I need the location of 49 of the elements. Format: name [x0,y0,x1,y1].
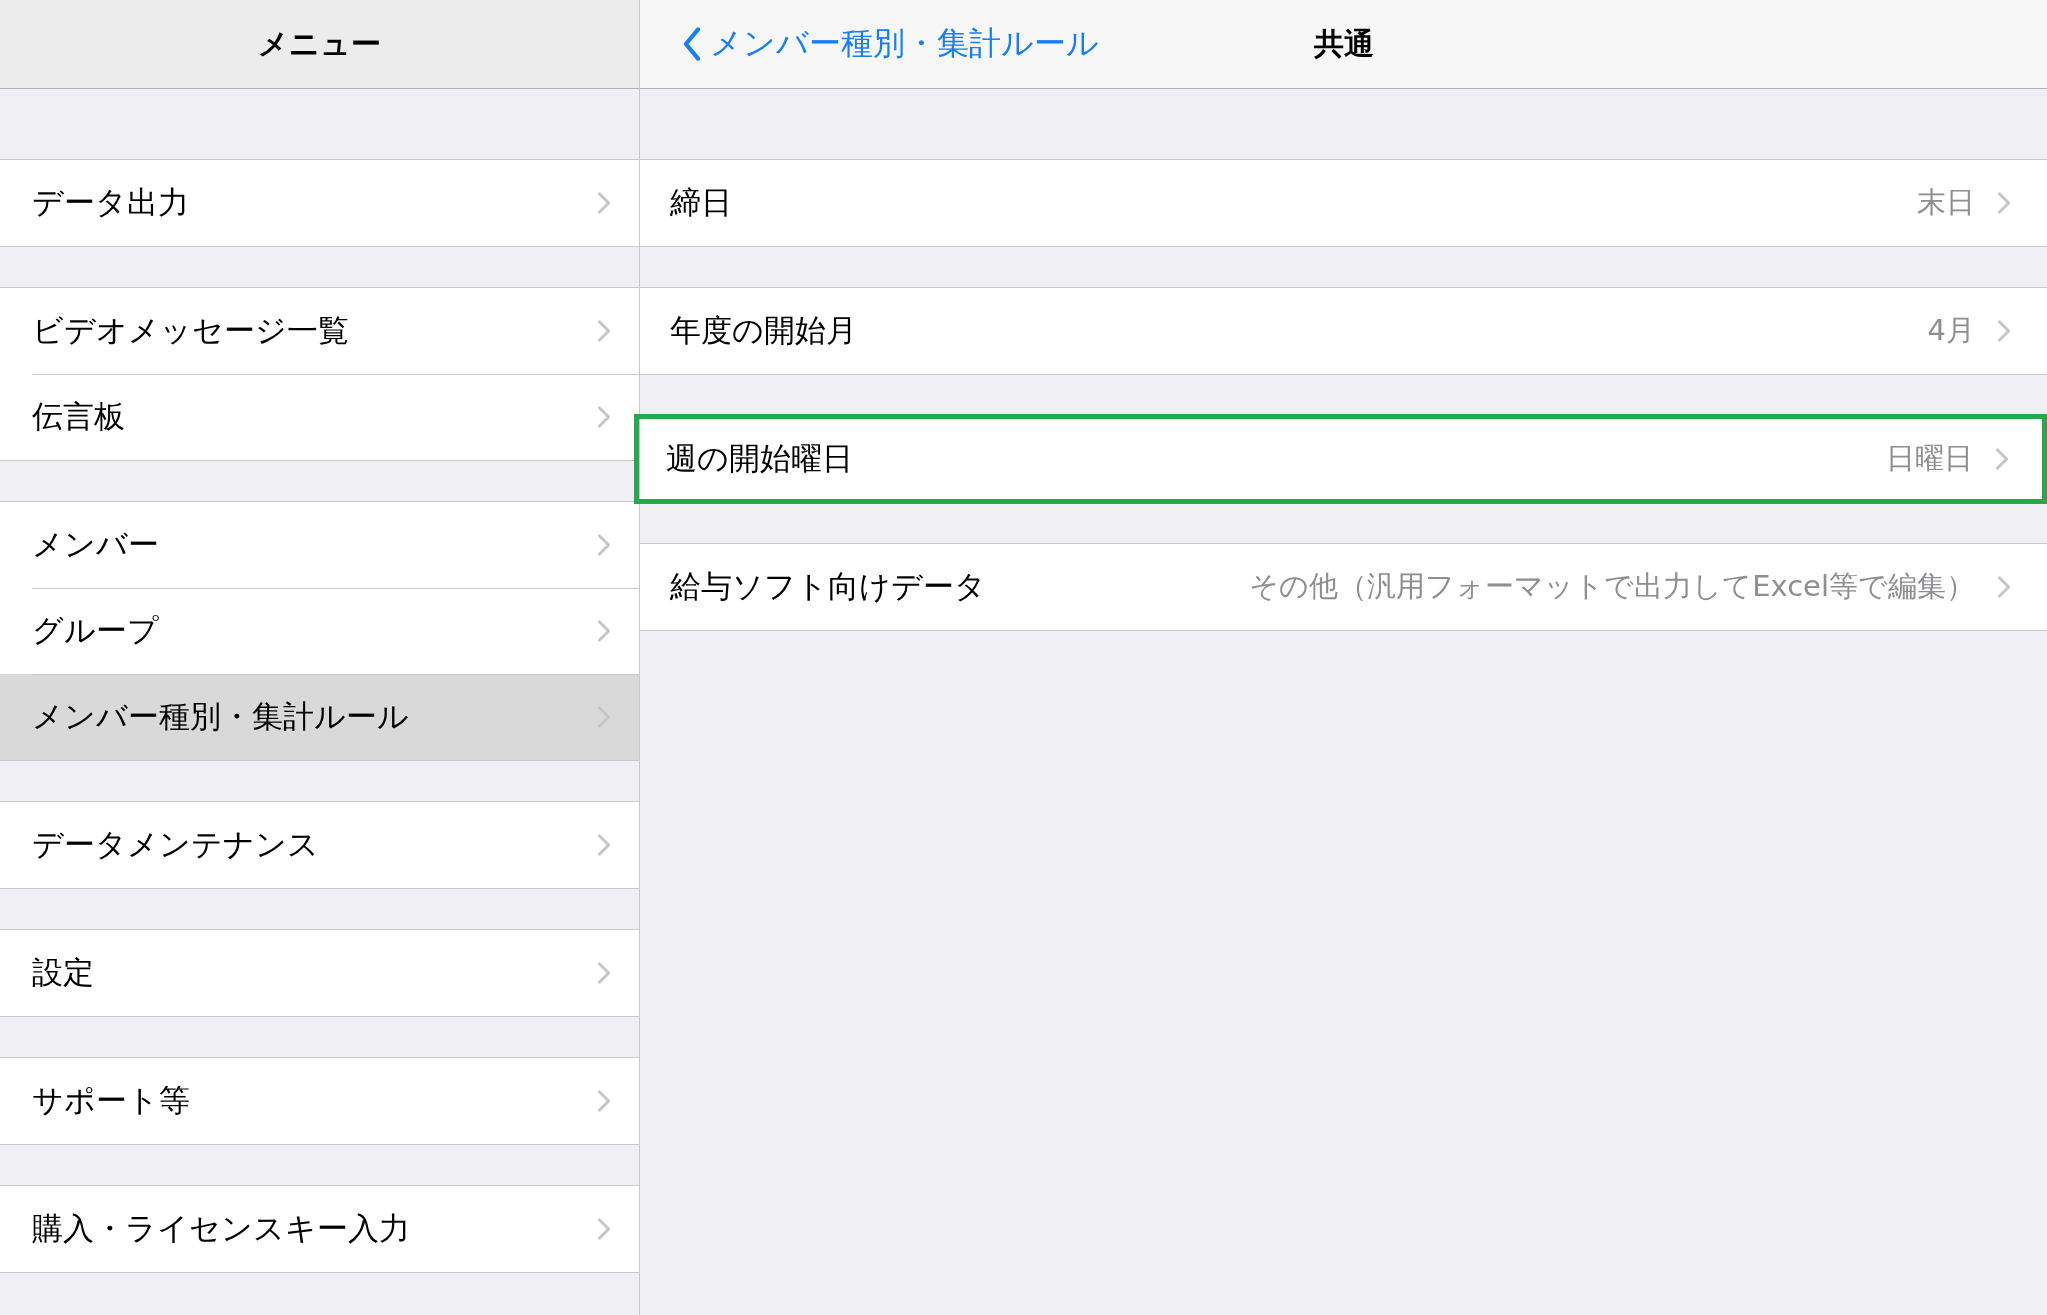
menu-item-label: データメンテナンス [32,825,320,864]
menu-item-label: データ出力 [32,183,190,222]
menu-item-label: サポート等 [32,1081,191,1120]
menu-item[interactable]: 購入・ライセンスキー入力 [0,1186,639,1272]
menu-item-label: メンバー [32,525,160,564]
menu-item[interactable]: 伝言板 [0,374,639,460]
chevron-left-icon [682,27,702,61]
chevron-right-icon [597,1217,611,1241]
setting-row[interactable]: 週の開始曜日 日曜日 [636,416,2045,502]
chevron-right-icon [597,961,611,985]
setting-row[interactable]: 締日 末日 [640,160,2047,246]
menu-item-label: グループ [32,611,160,650]
setting-value: その他（汎用フォーマットで出力してExcel等で編集） [1249,568,1975,605]
chevron-right-icon [597,1089,611,1113]
chevron-right-icon [1997,319,2011,343]
menu-item[interactable]: 設定 [0,930,639,1016]
menu-item[interactable]: メンバー [0,502,639,588]
chevron-right-icon [597,533,611,557]
chevron-right-icon [597,833,611,857]
chevron-right-icon [597,191,611,215]
setting-value: 日曜日 [1886,440,1973,477]
menu-title: メニュー [258,24,381,63]
menu-item[interactable]: サポート等 [0,1058,639,1144]
menu-item-label: ビデオメッセージ一覧 [32,311,350,350]
setting-value: 末日 [1917,184,1975,221]
setting-row[interactable]: 給与ソフト向けデータ その他（汎用フォーマットで出力してExcel等で編集） [640,544,2047,630]
menu-item[interactable]: データメンテナンス [0,802,639,888]
setting-label: 締日 [670,183,733,222]
chevron-right-icon [597,619,611,643]
chevron-right-icon [597,319,611,343]
setting-label: 年度の開始月 [670,311,858,350]
setting-label: 週の開始曜日 [666,439,854,478]
setting-value: 4月 [1927,312,1975,349]
setting-label: 給与ソフト向けデータ [670,567,987,606]
menu-item[interactable]: ビデオメッセージ一覧 [0,288,639,374]
chevron-right-icon [1997,191,2011,215]
menu-item[interactable]: グループ [0,588,639,674]
chevron-right-icon [1997,575,2011,599]
chevron-right-icon [597,405,611,429]
page-title: 共通 [1314,25,1374,63]
chevron-right-icon [1995,447,2009,471]
back-button[interactable]: メンバー種別・集計ルール [676,18,1105,70]
menu-item-label: メンバー種別・集計ルール [32,697,410,736]
menu-item-label: 購入・ライセンスキー入力 [32,1209,411,1248]
menu-item-label: 伝言板 [32,397,126,436]
menu-item-label: 設定 [32,953,95,992]
menu-item[interactable]: データ出力 [0,160,639,246]
setting-row[interactable]: 年度の開始月 4月 [640,288,2047,374]
menu-item[interactable]: メンバー種別・集計ルール [0,674,639,760]
